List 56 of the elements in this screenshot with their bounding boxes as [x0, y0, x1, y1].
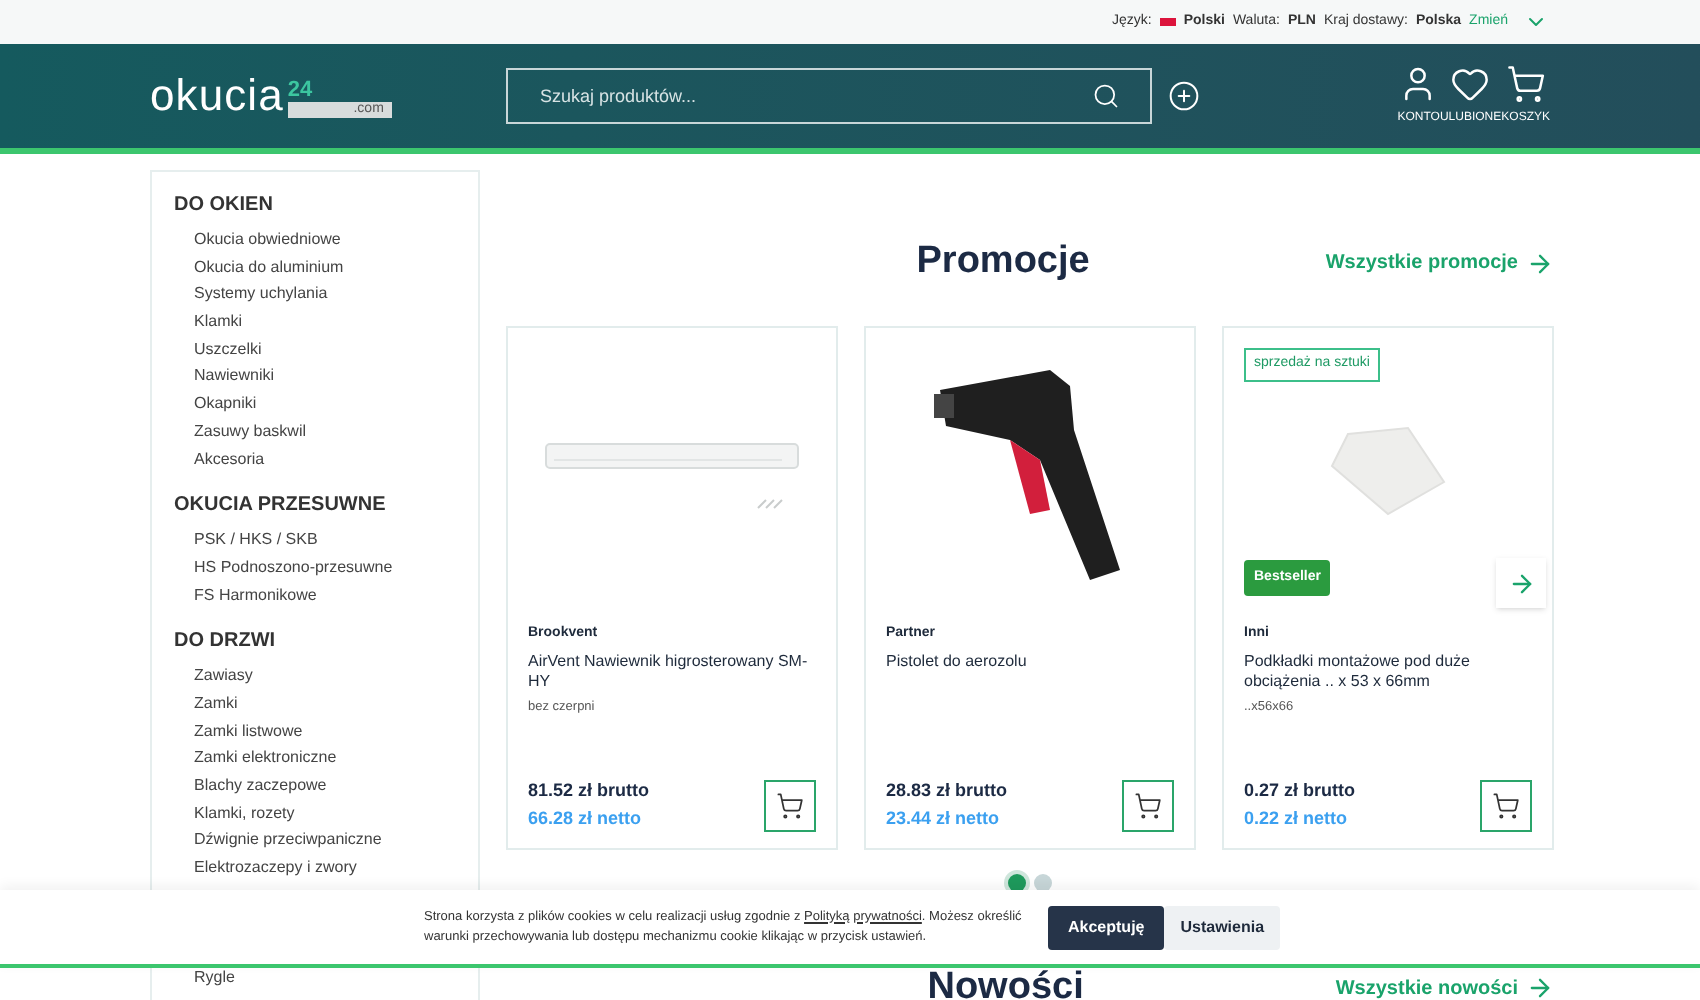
add-to-cart-button[interactable] — [1480, 780, 1532, 832]
add-to-cart-button[interactable] — [764, 780, 816, 832]
category-link[interactable]: HS Podnoszono-przesuwne — [174, 553, 478, 582]
category-link[interactable]: FS Harmonikowe — [174, 581, 478, 609]
gross-price: 81.52 zł brutto — [528, 778, 650, 804]
search-field[interactable]: Szukaj produktów... — [506, 68, 1152, 124]
category-link[interactable]: Zamki elektroniczne — [174, 744, 478, 772]
category-link[interactable]: Zamki — [174, 689, 478, 718]
category-link[interactable]: PSK / HKS / SKB — [174, 526, 478, 554]
category-link[interactable]: Okucia obwiedniowe — [174, 226, 478, 254]
plate-drawing — [1328, 425, 1448, 515]
cart-icon — [1492, 792, 1520, 820]
category-link[interactable]: Zasuwy baskwil — [174, 417, 478, 445]
poland-flag-icon — [1159, 18, 1176, 26]
category-link[interactable]: Rygle — [174, 963, 478, 991]
category-link[interactable]: Elektrozaczepy i zwory — [174, 854, 478, 882]
cart-icon — [1505, 64, 1546, 104]
add-to-cart-button[interactable] — [1122, 780, 1174, 832]
category-link[interactable]: Zamki listwowe — [174, 717, 478, 745]
category-heading: DO DRZWI — [174, 628, 278, 657]
logo-number: 24 — [287, 80, 315, 102]
net-price: 23.44 zł netto — [886, 805, 1002, 831]
promotions-heading: Promocje — [916, 238, 1090, 287]
category-link[interactable]: Nawiewniki — [174, 362, 478, 391]
next-arrow-button[interactable] — [1496, 558, 1546, 608]
category-link[interactable]: Klamki — [174, 308, 478, 336]
cart-icon — [1134, 792, 1162, 820]
category-link[interactable]: Systemy uchylania — [174, 280, 478, 309]
news-heading: Nowości — [927, 964, 1084, 1000]
category-link[interactable]: Akcesoria — [174, 445, 478, 473]
accept-button[interactable]: Akceptuję — [1048, 905, 1165, 949]
category-link[interactable]: Zawiasy — [174, 662, 478, 690]
product-name[interactable]: AirVent Nawiewnik higrosterowany SM-HY — [528, 651, 816, 691]
net-price: 66.28 zł netto — [528, 805, 644, 831]
category-link[interactable]: Klamki, rozety — [174, 799, 478, 827]
category-link[interactable]: Blachy zaczepowe — [174, 772, 478, 800]
product-name[interactable]: Pistolet do aerozolu — [886, 651, 1174, 671]
category-heading: OKUCIA PRZESUWNE — [174, 492, 388, 521]
arrow-right-icon — [1526, 974, 1554, 1000]
category-heading: DO OKIEN — [174, 192, 275, 220]
gross-price: 28.83 zł brutto — [886, 778, 1008, 804]
arrow-right-icon — [1526, 249, 1554, 277]
heart-icon — [1450, 64, 1491, 104]
search-icon[interactable] — [1092, 82, 1120, 110]
cart-icon — [776, 792, 804, 820]
plus-circle-icon[interactable] — [1168, 80, 1200, 112]
arrow-right-icon — [1507, 569, 1535, 597]
logo-text: okucia — [150, 74, 284, 118]
gross-price: 0.27 zł brutto — [1244, 778, 1356, 804]
net-price: 0.22 zł netto — [1244, 805, 1350, 831]
category-link[interactable]: Dźwignie przeciwpaniczne — [174, 826, 478, 855]
category-link[interactable]: Okucia do aluminium — [174, 253, 478, 281]
category-link[interactable]: Okapniki — [174, 390, 478, 418]
product-name[interactable]: Podkładki montażowe pod duże obciążenia .. x 53 x 66mm — [1244, 651, 1532, 691]
category-link[interactable]: Uszczelki — [174, 335, 478, 363]
settings-button[interactable]: Ustawienia — [1164, 905, 1281, 949]
